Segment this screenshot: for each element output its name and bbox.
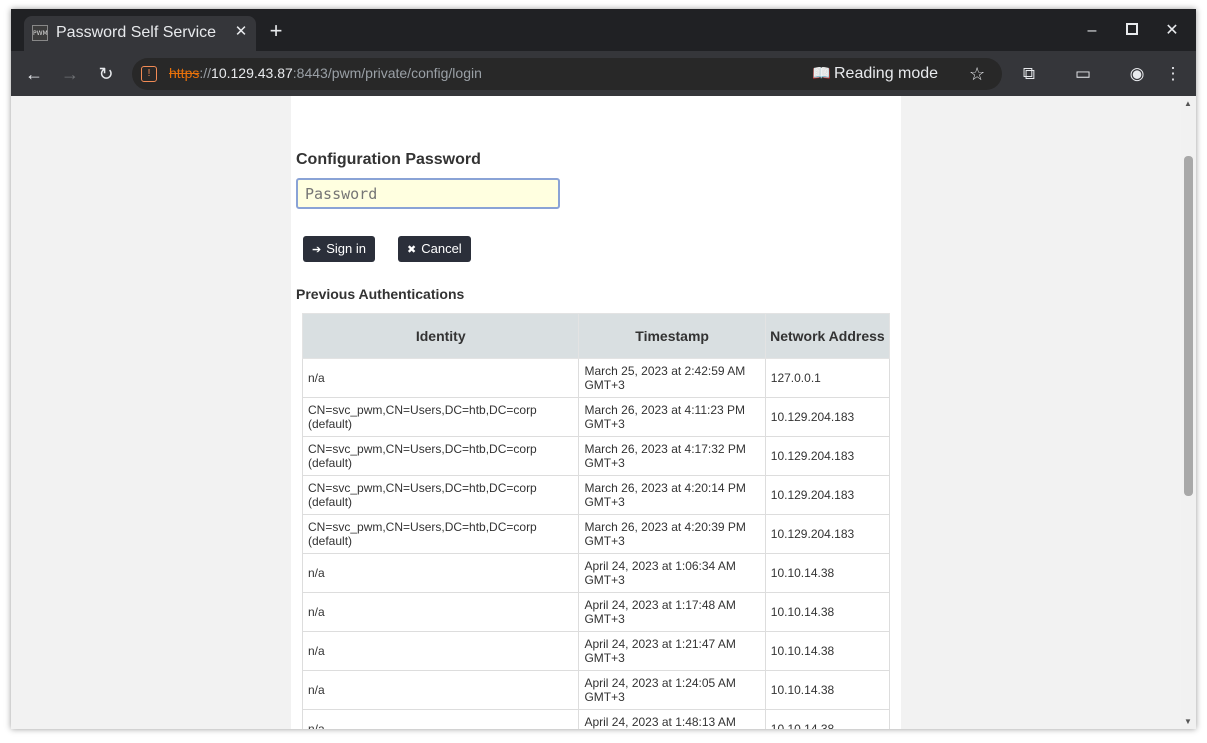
- page-viewport: Configuration Password ➔ Sign in ✖ Cancel …: [11, 96, 1181, 729]
- address-cell: 10.10.14.38: [764, 553, 891, 593]
- config-password-heading: Configuration Password: [296, 151, 481, 168]
- timestamp-cell: April 24, 2023 at 1:06:34 AM GMT+3: [578, 553, 766, 593]
- table-row: n/a April 24, 2023 at 1:21:47 AM GMT+3 10.…: [301, 631, 891, 671]
- tab-title: Password Self Service: [56, 24, 217, 41]
- back-arrow-icon[interactable]: ←: [21, 61, 47, 87]
- address-cell: 10.129.204.183: [764, 397, 891, 437]
- scroll-up-icon[interactable]: ▲: [1184, 99, 1192, 108]
- identity-cell: CN=svc_pwm,CN=Users,DC=htb,DC=corp (defa…: [301, 514, 580, 554]
- x-icon: ✖: [407, 244, 417, 256]
- maximize-icon[interactable]: [1120, 21, 1144, 41]
- address-cell: 10.129.204.183: [764, 475, 891, 515]
- scrollbar-thumb[interactable]: [1184, 156, 1193, 496]
- url-scheme: https: [169, 65, 200, 81]
- password-field[interactable]: [296, 178, 560, 209]
- url-path: :8443/pwm/private/config/login: [292, 65, 482, 81]
- tab-close-icon[interactable]: ✕: [231, 22, 251, 42]
- timestamp-cell: April 24, 2023 at 1:24:05 AM GMT+3: [578, 670, 766, 710]
- identity-cell: n/a: [301, 709, 580, 729]
- cancel-button[interactable]: ✖ Cancel: [398, 236, 471, 262]
- new-tab-button[interactable]: +: [264, 20, 288, 44]
- table-row: CN=svc_pwm,CN=Users,DC=htb,DC=corp (defa…: [301, 475, 891, 515]
- close-window-icon[interactable]: ✕: [1160, 21, 1184, 41]
- sign-in-icon: ➔: [312, 244, 322, 256]
- browser-window: PWM Password Self Service ✕ + – ✕ ← → ↻ …: [11, 9, 1196, 729]
- timestamp-cell: March 26, 2023 at 4:17:32 PM GMT+3: [578, 436, 766, 476]
- not-secure-icon[interactable]: !: [141, 66, 157, 82]
- authentications-table: Identity Timestamp Network Address n/a Ma…: [301, 313, 891, 729]
- timestamp-cell: April 24, 2023 at 1:48:13 AM GMT+3: [578, 709, 766, 729]
- address-cell: 10.10.14.38: [764, 670, 891, 710]
- identity-cell: n/a: [301, 553, 580, 593]
- address-cell: 10.129.204.183: [764, 436, 891, 476]
- url-separator: ://: [199, 65, 212, 81]
- table-row: CN=svc_pwm,CN=Users,DC=htb,DC=corp (defa…: [301, 514, 891, 554]
- identity-cell: n/a: [301, 631, 580, 671]
- scroll-down-icon[interactable]: ▼: [1184, 717, 1192, 726]
- timestamp-cell: April 24, 2023 at 1:17:48 AM GMT+3: [578, 592, 766, 632]
- timestamp-cell: April 24, 2023 at 1:21:47 AM GMT+3: [578, 631, 766, 671]
- address-cell: 10.10.14.38: [764, 631, 891, 671]
- identity-cell: n/a: [301, 358, 580, 398]
- media-search-icon[interactable]: ▭: [1070, 61, 1096, 87]
- timestamp-cell: March 25, 2023 at 2:42:59 AM GMT+3: [578, 358, 766, 398]
- column-header-timestamp: Timestamp: [578, 313, 766, 359]
- table-row: CN=svc_pwm,CN=Users,DC=htb,DC=corp (defa…: [301, 397, 891, 437]
- pwm-favicon-icon: PWM: [32, 25, 48, 41]
- timestamp-cell: March 26, 2023 at 4:20:39 PM GMT+3: [578, 514, 766, 554]
- table-row: n/aApril 24, 2023 at 1:48:13 AM GMT+310.…: [301, 709, 891, 729]
- timestamp-cell: March 26, 2023 at 4:11:23 PM GMT+3: [578, 397, 766, 437]
- minimize-icon[interactable]: –: [1080, 21, 1104, 41]
- identity-cell: n/a: [301, 592, 580, 632]
- timestamp-cell: March 26, 2023 at 4:20:14 PM GMT+3: [578, 475, 766, 515]
- tab-password-self-service[interactable]: PWM Password Self Service ✕: [24, 16, 256, 51]
- puzzle-icon[interactable]: ⧉: [1016, 61, 1042, 87]
- forward-arrow-icon[interactable]: →: [57, 61, 83, 87]
- address-cell: 127.0.0.1: [764, 358, 891, 398]
- table-row: n/a April 24, 2023 at 1:06:34 AM GMT+3 10.…: [301, 553, 891, 593]
- sign-in-label: Sign in: [326, 241, 366, 256]
- identity-cell: CN=svc_pwm,CN=Users,DC=htb,DC=corp (defa…: [301, 397, 580, 437]
- reload-icon[interactable]: ↻: [93, 61, 119, 87]
- table-row: n/a April 24, 2023 at 1:17:48 AM GMT+3 10.…: [301, 592, 891, 632]
- sign-in-button[interactable]: ➔ Sign in: [303, 236, 375, 262]
- tab-strip: PWM Password Self Service ✕ + – ✕: [11, 9, 1196, 51]
- login-panel: Configuration Password ➔ Sign in ✖ Cancel …: [291, 96, 901, 729]
- book-icon: 📖: [812, 65, 831, 82]
- star-icon[interactable]: ☆: [969, 63, 985, 85]
- identity-cell: n/a: [301, 670, 580, 710]
- previous-authentications-heading: Previous Authentications: [296, 286, 465, 302]
- identity-cell: CN=svc_pwm,CN=Users,DC=htb,DC=corp (defa…: [301, 436, 580, 476]
- vertical-scrollbar[interactable]: ▲ ▼: [1181, 96, 1196, 729]
- table-row: CN=svc_pwm,CN=Users,DC=htb,DC=corp (defa…: [301, 436, 891, 476]
- url-host: 10.129.43.87: [211, 65, 293, 81]
- toolbar: ← → ↻ ! https://10.129.43.87:8443/pwm/pr…: [11, 51, 1196, 96]
- reading-mode-label: Reading mode: [834, 65, 939, 82]
- reading-mode-button[interactable]: 📖 Reading mode: [812, 62, 938, 86]
- address-cell: 10.129.204.183: [764, 514, 891, 554]
- column-header-network-address: Network Address: [764, 313, 891, 359]
- column-header-identity: Identity: [301, 313, 580, 359]
- address-cell: 10.10.14.38: [764, 709, 891, 729]
- address-cell: 10.10.14.38: [764, 592, 891, 632]
- address-bar[interactable]: ! https://10.129.43.87:8443/pwm/private/…: [132, 58, 1002, 90]
- profile-icon[interactable]: ◉: [1124, 61, 1150, 87]
- table-row: n/a April 24, 2023 at 1:24:05 AM GMT+3 10.…: [301, 670, 891, 710]
- kebab-menu-icon[interactable]: ⋮: [1160, 61, 1186, 87]
- cancel-label: Cancel: [421, 241, 462, 256]
- identity-cell: CN=svc_pwm,CN=Users,DC=htb,DC=corp (defa…: [301, 475, 580, 515]
- table-header-row: Identity Timestamp Network Address: [301, 313, 891, 359]
- url-text[interactable]: https://10.129.43.87:8443/pwm/private/co…: [169, 65, 482, 81]
- table-row: n/a March 25, 2023 at 2:42:59 AM GMT+3 127…: [301, 358, 891, 398]
